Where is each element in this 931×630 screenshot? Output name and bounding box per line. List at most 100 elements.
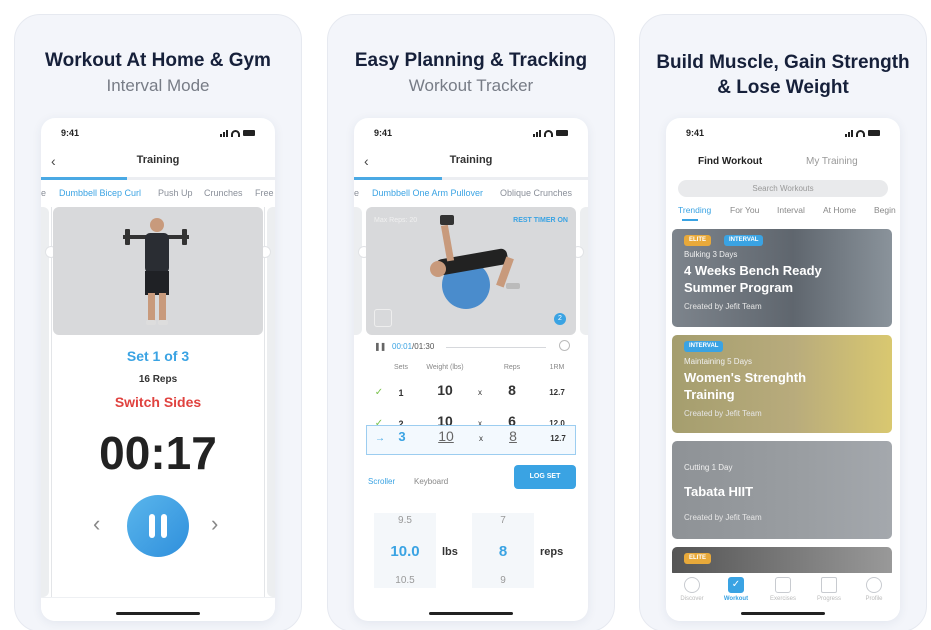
nav-title: Training bbox=[136, 154, 180, 166]
panel-headline: Easy Planning & Tracking bbox=[354, 50, 588, 71]
card-author: Created by Jefit Team bbox=[684, 302, 762, 311]
headline-line: & Lose Weight bbox=[717, 77, 849, 98]
log-row[interactable]: ✓ 1 10 x 8 12.7 bbox=[366, 382, 576, 409]
prev-exercise-card[interactable] bbox=[354, 207, 362, 335]
clock-icon[interactable] bbox=[559, 340, 570, 351]
active-tab-indicator bbox=[682, 219, 698, 221]
category-tab[interactable]: At Home bbox=[823, 205, 856, 215]
tab-workout[interactable]: ✓ Workout bbox=[716, 577, 756, 602]
home-indicator bbox=[741, 612, 825, 615]
exercise-tab[interactable]: Crunches bbox=[204, 188, 243, 198]
status-bar: 9:41 bbox=[686, 126, 880, 140]
segment-find-workout[interactable]: Find Workout bbox=[698, 156, 762, 167]
compass-icon bbox=[684, 577, 700, 593]
pause-button[interactable] bbox=[127, 495, 189, 557]
scroller-mode-tab[interactable]: Scroller bbox=[368, 477, 395, 486]
promo-panel-interval: Workout At Home & Gym Interval Mode 9:41… bbox=[14, 14, 302, 630]
search-input[interactable]: Search Workouts bbox=[678, 180, 888, 197]
wifi-icon bbox=[231, 129, 240, 137]
exercise-tab[interactable]: Oblique Crunches bbox=[500, 188, 572, 198]
weight-wheel[interactable]: 9.5 10.0 10.5 bbox=[374, 513, 436, 588]
status-time: 9:41 bbox=[61, 128, 80, 138]
arrow-right-icon: → bbox=[375, 433, 385, 444]
rotate-icon[interactable] bbox=[374, 309, 392, 327]
home-indicator bbox=[429, 612, 513, 615]
home-indicator bbox=[116, 612, 200, 615]
exercise-video[interactable] bbox=[53, 207, 263, 335]
category-tabs: Trending For You Interval At Home Begin bbox=[666, 205, 900, 219]
tab-discover[interactable]: Discover bbox=[672, 577, 712, 602]
reps-input[interactable]: 8 bbox=[499, 423, 527, 449]
exercise-tabs: e Dumbbell Bicep Curl Push Up Crunches F… bbox=[41, 188, 275, 202]
tab-exercises[interactable]: Exercises bbox=[763, 577, 803, 602]
exercise-timer-bar: ❚❚ 00:01/01:30 bbox=[366, 338, 576, 356]
elite-badge: ELITE bbox=[684, 553, 712, 564]
person-icon bbox=[866, 577, 882, 593]
card-meta: Bulking 3 Days bbox=[684, 250, 738, 259]
battery-icon bbox=[556, 130, 568, 136]
next-exercise-card[interactable] bbox=[580, 207, 588, 335]
pullover-figure bbox=[430, 215, 520, 309]
tab-label: Profile bbox=[865, 596, 883, 602]
card-title: Women's Strenghth Training bbox=[684, 370, 807, 402]
reps-value: 8 bbox=[508, 382, 516, 398]
picker-option: 9.5 bbox=[398, 515, 412, 526]
signal-icon bbox=[533, 129, 541, 137]
phone-screen: 9:41 ‹ Training e Dumbbell One Arm Pullo… bbox=[354, 118, 588, 621]
weight-unit: lbs bbox=[442, 546, 458, 558]
elite-badge: ELITE bbox=[684, 235, 712, 246]
log-row-active[interactable]: → 3 10 x 8 12.7 bbox=[366, 425, 576, 455]
col-reps: Reps bbox=[503, 364, 521, 371]
category-tab[interactable]: Begin bbox=[874, 205, 896, 215]
back-icon[interactable]: ‹ bbox=[51, 153, 56, 169]
times-sign: x bbox=[479, 434, 483, 443]
workout-card[interactable]: Cutting 1 Day Tabata HIIT Created by Jef… bbox=[672, 441, 892, 539]
rest-timer-toggle[interactable]: REST TIMER ON bbox=[513, 217, 568, 224]
reps-wheel[interactable]: 7 8 9 bbox=[472, 513, 534, 588]
keyboard-mode-tab[interactable]: Keyboard bbox=[414, 477, 448, 486]
workout-card[interactable]: INTERVAL Maintaining 5 Days Women's Stre… bbox=[672, 335, 892, 433]
segment-my-training[interactable]: My Training bbox=[806, 156, 858, 167]
back-icon[interactable]: ‹ bbox=[364, 153, 369, 169]
battery-icon bbox=[243, 130, 255, 136]
reps-unit: reps bbox=[540, 546, 564, 558]
signal-icon bbox=[845, 129, 853, 137]
phone-screen: 9:41 ‹ Training e Dumbbell Bicep Curl Pu… bbox=[41, 118, 275, 621]
nav-bar: ‹ Training bbox=[41, 153, 275, 172]
previous-icon[interactable]: ‹ bbox=[93, 511, 100, 537]
weight-input[interactable]: 10 bbox=[429, 423, 463, 449]
workout-card[interactable]: ELITE INTERVAL Bulking 3 Days 4 Weeks Be… bbox=[672, 229, 892, 327]
exercise-tab[interactable]: Push Up bbox=[158, 188, 193, 198]
tab-profile[interactable]: Profile bbox=[854, 577, 894, 602]
exercise-tab[interactable]: e bbox=[41, 188, 46, 198]
exercise-tab-active[interactable]: Dumbbell One Arm Pullover bbox=[372, 188, 483, 198]
reps-target: 16 Reps bbox=[138, 374, 178, 385]
category-tab[interactable]: For You bbox=[730, 205, 759, 215]
log-set-button[interactable]: LOG SET bbox=[514, 465, 576, 489]
exercise-tab[interactable]: Free bbox=[255, 188, 274, 198]
status-time: 9:41 bbox=[686, 128, 705, 138]
status-bar: 9:41 bbox=[61, 126, 255, 140]
next-icon[interactable]: › bbox=[211, 511, 218, 537]
exercise-video[interactable]: Max Reps: 20 REST TIMER ON 2 bbox=[366, 207, 576, 335]
tab-progress[interactable]: Progress bbox=[809, 577, 849, 602]
superset-badge[interactable]: 2 bbox=[554, 313, 566, 325]
picker-option: 7 bbox=[500, 515, 506, 526]
time-scrubber[interactable] bbox=[446, 347, 546, 348]
interval-badge: INTERVAL bbox=[684, 341, 724, 352]
panel-headline: Workout At Home & Gym bbox=[45, 50, 271, 71]
category-tab[interactable]: Interval bbox=[777, 205, 805, 215]
times-sign: x bbox=[478, 388, 482, 397]
wifi-icon bbox=[856, 129, 865, 137]
picker-option: 10.5 bbox=[395, 575, 415, 586]
timer-controls: ‹ › bbox=[41, 495, 275, 559]
one-rm-value: 12.7 bbox=[549, 388, 565, 397]
category-tab-active[interactable]: Trending bbox=[678, 205, 711, 215]
pause-icon[interactable]: ❚❚ bbox=[374, 342, 386, 351]
card-meta: Maintaining 5 Days bbox=[684, 357, 753, 366]
signal-icon bbox=[220, 129, 228, 137]
exercise-tab-active[interactable]: Dumbbell Bicep Curl bbox=[59, 188, 141, 198]
card-author: Created by Jefit Team bbox=[684, 513, 762, 522]
exercise-tab[interactable]: e bbox=[354, 188, 359, 198]
status-time: 9:41 bbox=[374, 128, 393, 138]
